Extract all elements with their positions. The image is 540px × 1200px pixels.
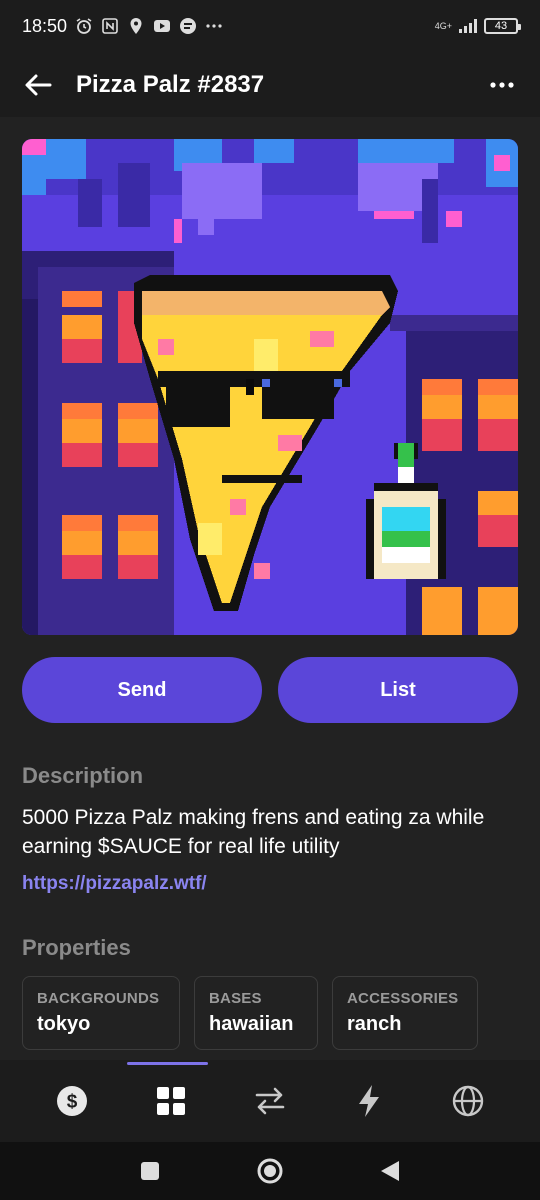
- status-icons: [75, 17, 223, 35]
- nav-activity[interactable]: [339, 1071, 399, 1131]
- grid-icon: [156, 1087, 185, 1115]
- system-nav-bar: [0, 1142, 540, 1200]
- more-dots-icon: [206, 24, 222, 28]
- nav-browser[interactable]: [438, 1071, 498, 1131]
- nav-wallet[interactable]: $: [42, 1071, 102, 1131]
- app-header: Pizza Palz #2837: [0, 52, 540, 117]
- dollar-icon: $: [56, 1086, 87, 1116]
- active-tab-indicator: [127, 1062, 208, 1065]
- property-type: BASES: [209, 990, 262, 1007]
- nav-swap[interactable]: [240, 1071, 300, 1131]
- description-heading: Description: [22, 763, 144, 788]
- pizza-artwork: [22, 139, 518, 635]
- youtube-icon: [154, 20, 171, 32]
- status-time: 18:50: [22, 15, 68, 36]
- battery-indicator: 43: [484, 18, 521, 34]
- home-button[interactable]: [256, 1157, 284, 1185]
- more-options-button[interactable]: [486, 69, 518, 101]
- description-text: 5000 Pizza Palz making frens and eating …: [22, 806, 485, 858]
- property-value: hawaiian: [209, 1013, 294, 1035]
- bottom-nav: $: [0, 1060, 540, 1142]
- status-bar: 18:50 4G+ 43: [0, 0, 540, 52]
- property-value: tokyo: [37, 1013, 91, 1035]
- list-button[interactable]: List: [278, 657, 518, 723]
- nft-image[interactable]: [22, 139, 518, 635]
- chat-icon: [180, 18, 197, 34]
- page-title: Pizza Palz #2837: [76, 70, 265, 98]
- lightning-icon: [359, 1085, 380, 1117]
- alarm-icon: [76, 18, 92, 34]
- property-card-backgrounds[interactable]: BACKGROUNDS tokyo: [22, 976, 180, 1050]
- property-type: BACKGROUNDS: [37, 990, 160, 1007]
- properties-heading: Properties: [22, 935, 131, 960]
- triangle-back-icon: [381, 1161, 399, 1181]
- property-type: ACCESSORIES: [347, 990, 459, 1007]
- square-icon: [141, 1162, 159, 1180]
- back-button[interactable]: [22, 69, 54, 101]
- property-card-bases[interactable]: BASES hawaiian: [194, 976, 318, 1050]
- status-right: 4G+ 43: [434, 18, 521, 34]
- nav-collectibles[interactable]: [141, 1071, 201, 1131]
- send-button[interactable]: Send: [22, 657, 262, 723]
- property-value: ranch: [347, 1013, 402, 1035]
- network-indicator: 4G+: [434, 20, 452, 31]
- back-system-button[interactable]: [376, 1157, 404, 1185]
- property-card-accessories[interactable]: ACCESSORIES ranch: [332, 976, 478, 1050]
- project-link[interactable]: https://pizzapalz.wtf/: [22, 873, 207, 895]
- location-icon: [130, 18, 142, 34]
- svg-text:$: $: [66, 1092, 77, 1113]
- more-horizontal-icon: [490, 81, 514, 88]
- swap-icon: [255, 1087, 285, 1115]
- nfc-icon: [102, 18, 118, 34]
- circle-icon: [257, 1158, 283, 1184]
- signal-icon: [459, 19, 477, 33]
- arrow-left-icon: [25, 74, 52, 95]
- recents-button[interactable]: [136, 1157, 164, 1185]
- globe-icon: [453, 1085, 484, 1117]
